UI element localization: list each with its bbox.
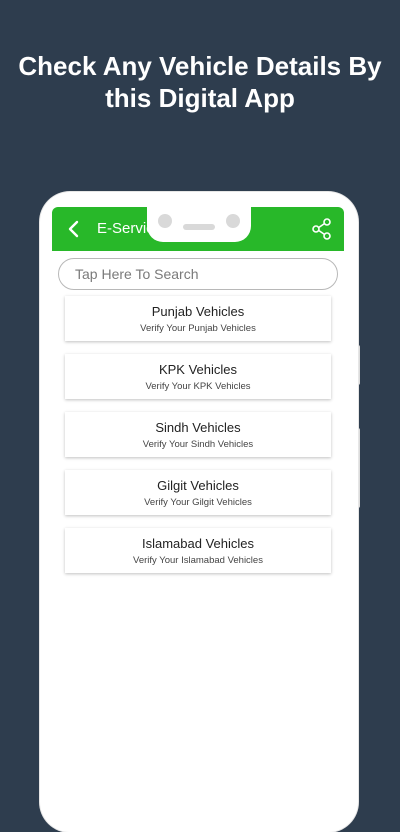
share-icon[interactable] (312, 218, 332, 240)
vehicle-card-kpk[interactable]: KPK Vehicles Verify Your KPK Vehicles (65, 354, 331, 399)
sensor-icon (226, 214, 240, 228)
promo-headline-line-2: this Digital App (105, 83, 295, 113)
vehicle-card-punjab[interactable]: Punjab Vehicles Verify Your Punjab Vehic… (65, 296, 331, 341)
promo-headline: Check Any Vehicle Details By this Digita… (0, 50, 400, 114)
vehicle-card-islamabad[interactable]: Islamabad Vehicles Verify Your Islamabad… (65, 528, 331, 573)
vehicle-card-title: Punjab Vehicles (151, 304, 245, 319)
vehicle-card-subtitle: Verify Your Punjab Vehicles (140, 323, 256, 334)
vehicle-card-subtitle: Verify Your Gilgit Vehicles (144, 497, 252, 508)
vehicle-list: Punjab Vehicles Verify Your Punjab Vehic… (65, 296, 331, 586)
vehicle-card-subtitle: Verify Your KPK Vehicles (145, 381, 251, 392)
promo-headline-line-1: Check Any Vehicle Details By (18, 51, 382, 81)
vehicle-card-subtitle: Verify Your Sindh Vehicles (142, 439, 254, 450)
phone-notch (147, 192, 251, 242)
front-camera-icon (158, 214, 172, 228)
vehicle-card-subtitle: Verify Your Islamabad Vehicles (133, 555, 263, 566)
vehicle-card-gilgit[interactable]: Gilgit Vehicles Verify Your Gilgit Vehic… (65, 470, 331, 515)
vehicle-card-title: KPK Vehicles (158, 362, 238, 377)
back-arrow-icon[interactable] (62, 217, 86, 241)
vehicle-card-sindh[interactable]: Sindh Vehicles Verify Your Sindh Vehicle… (65, 412, 331, 457)
app-title: E-Servic (97, 220, 154, 237)
phone-mockup: E-Servic Punjab Vehicles Verify Your Pun… (40, 192, 358, 832)
vehicle-card-title: Sindh Vehicles (155, 420, 241, 435)
speaker-grille (183, 224, 215, 230)
search-input[interactable] (58, 258, 338, 290)
vehicle-card-title: Gilgit Vehicles (157, 478, 239, 493)
vehicle-card-title: Islamabad Vehicles (141, 536, 254, 551)
